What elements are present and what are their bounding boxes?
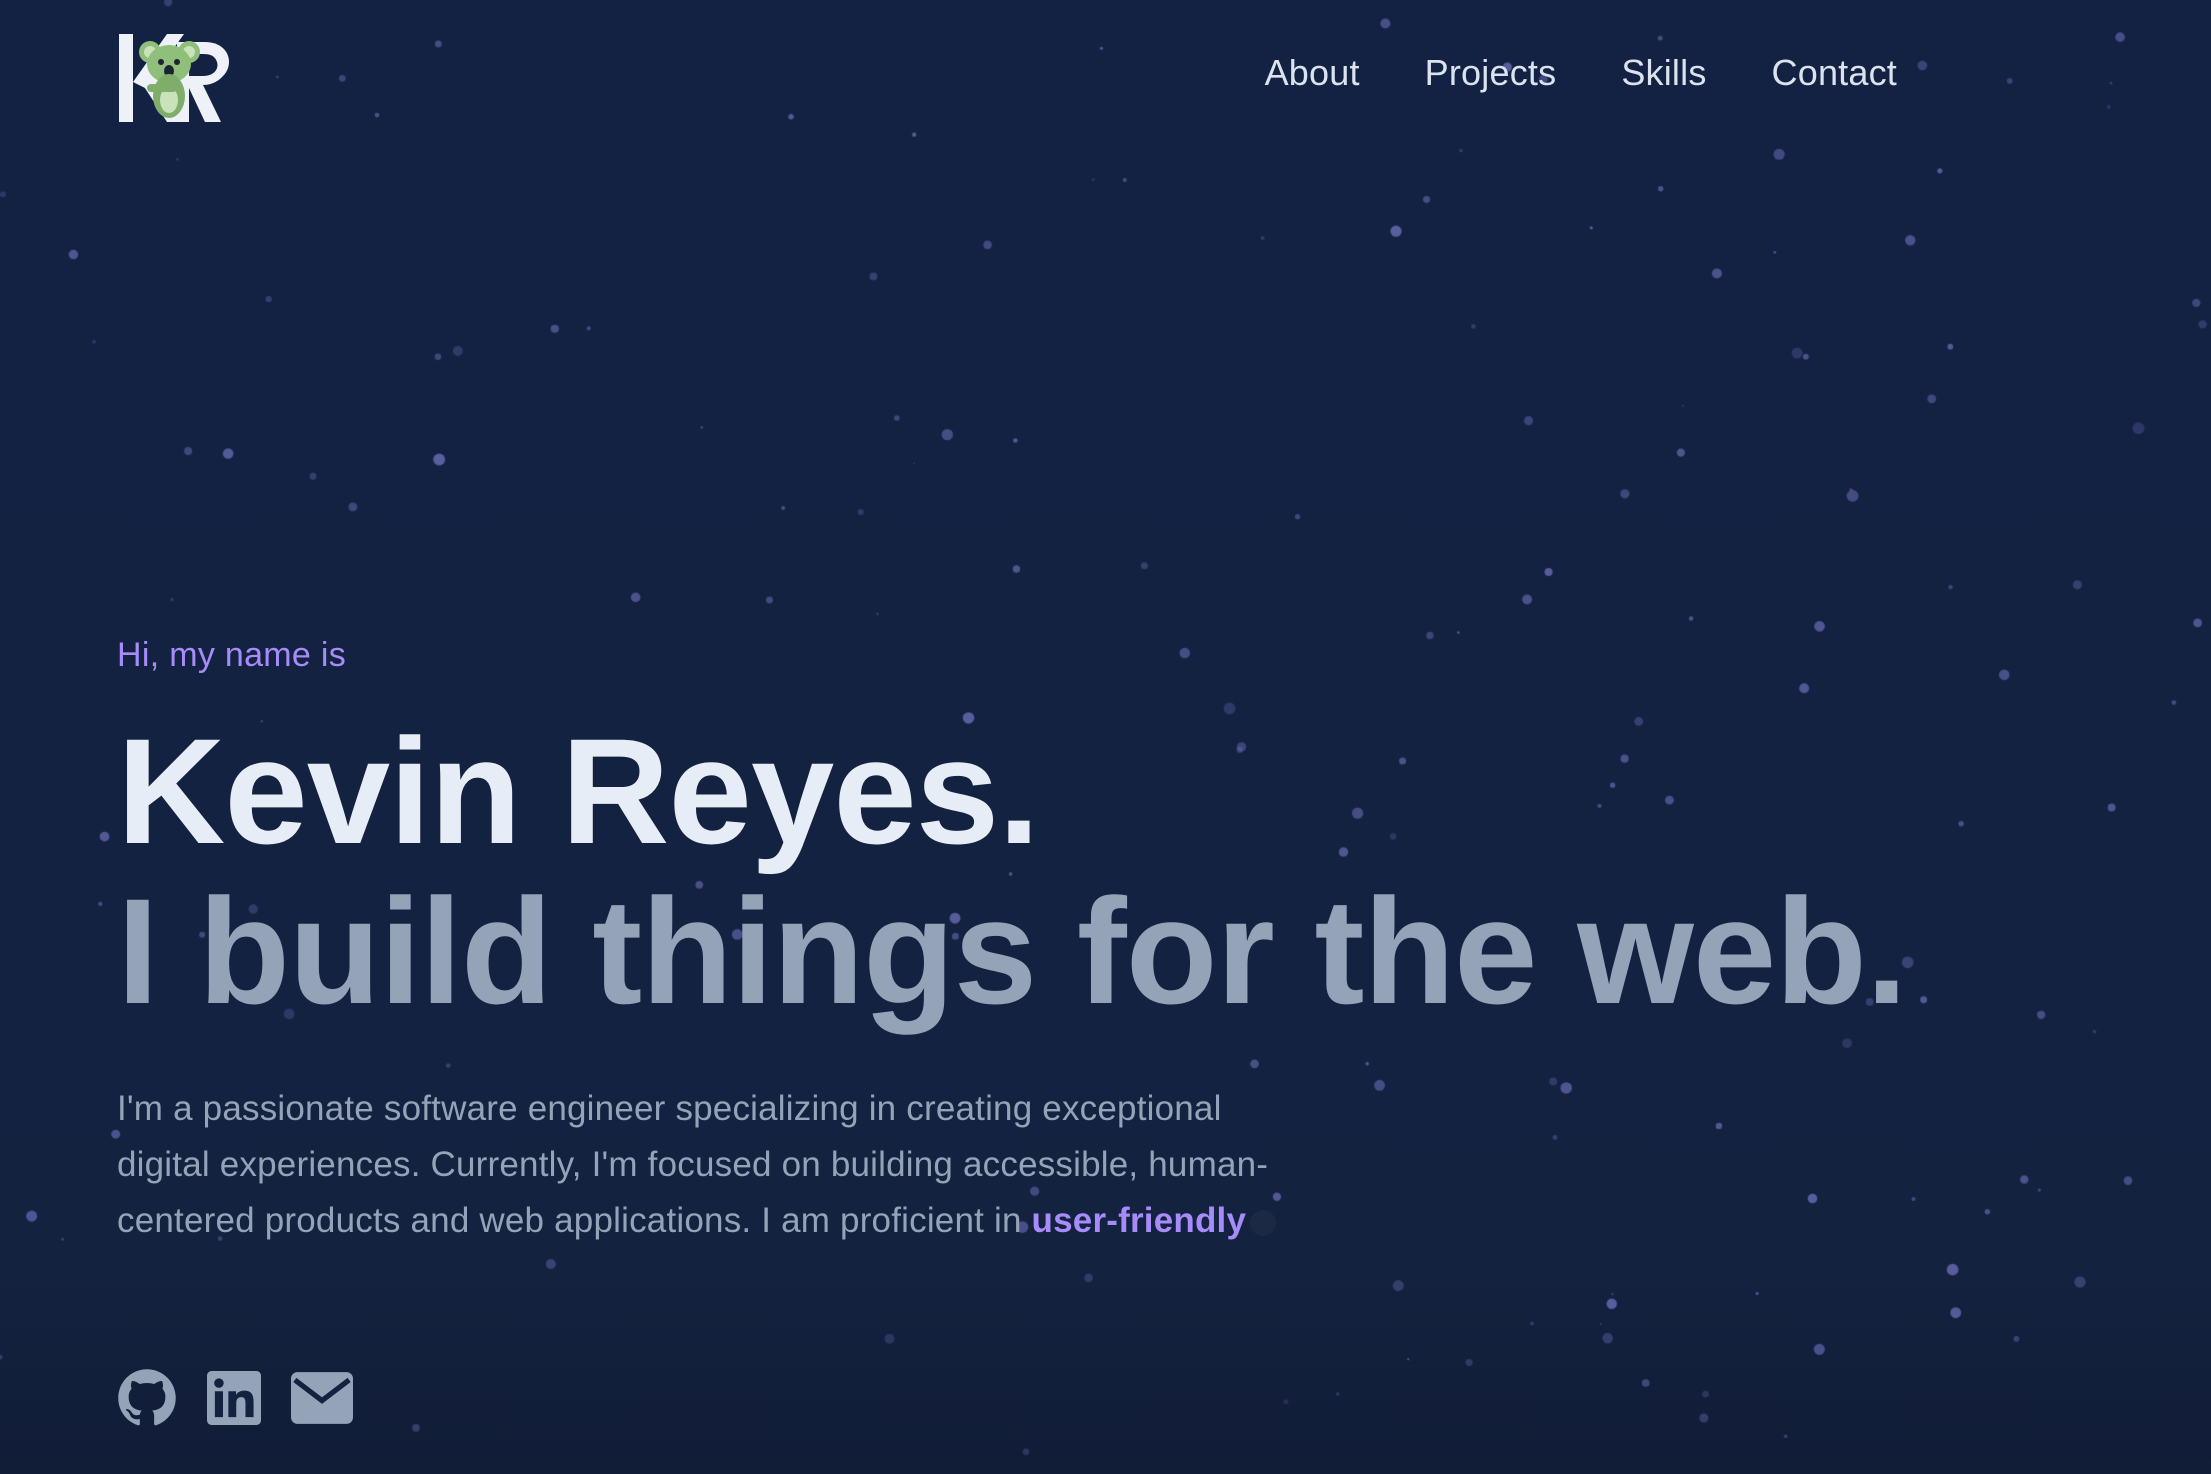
social-links bbox=[117, 1368, 353, 1433]
email-icon bbox=[291, 1372, 353, 1424]
hero-name: Kevin Reyes. bbox=[117, 707, 1040, 875]
linkedin-link[interactable] bbox=[207, 1371, 261, 1430]
linkedin-icon bbox=[207, 1371, 261, 1425]
nav-skills[interactable]: Skills bbox=[1621, 52, 1706, 94]
koala-icon bbox=[119, 34, 229, 122]
github-link[interactable] bbox=[117, 1368, 177, 1433]
hero-bio: I'm a passionate software engineer speci… bbox=[117, 1081, 1277, 1249]
greeting: Hi, my name is bbox=[117, 636, 347, 674]
page: About Projects Skills Contact Hi, my nam… bbox=[0, 0, 2211, 1474]
logo[interactable] bbox=[117, 30, 242, 126]
typing-cursor bbox=[1250, 1209, 1277, 1236]
nav-projects[interactable]: Projects bbox=[1425, 52, 1557, 94]
nav-about[interactable]: About bbox=[1265, 52, 1360, 94]
main-nav: About Projects Skills Contact bbox=[1200, 52, 1897, 94]
hero-tagline: I build things for the web. bbox=[117, 867, 1908, 1035]
typed-highlight: user-friendly bbox=[1031, 1201, 1247, 1240]
header: About Projects Skills Contact bbox=[0, 0, 2211, 160]
email-link[interactable] bbox=[291, 1372, 353, 1429]
nav-contact[interactable]: Contact bbox=[1772, 52, 1897, 94]
github-icon bbox=[118, 1369, 176, 1426]
hero-section: Hi, my name is Kevin Reyes. I build thin… bbox=[117, 636, 2017, 1249]
